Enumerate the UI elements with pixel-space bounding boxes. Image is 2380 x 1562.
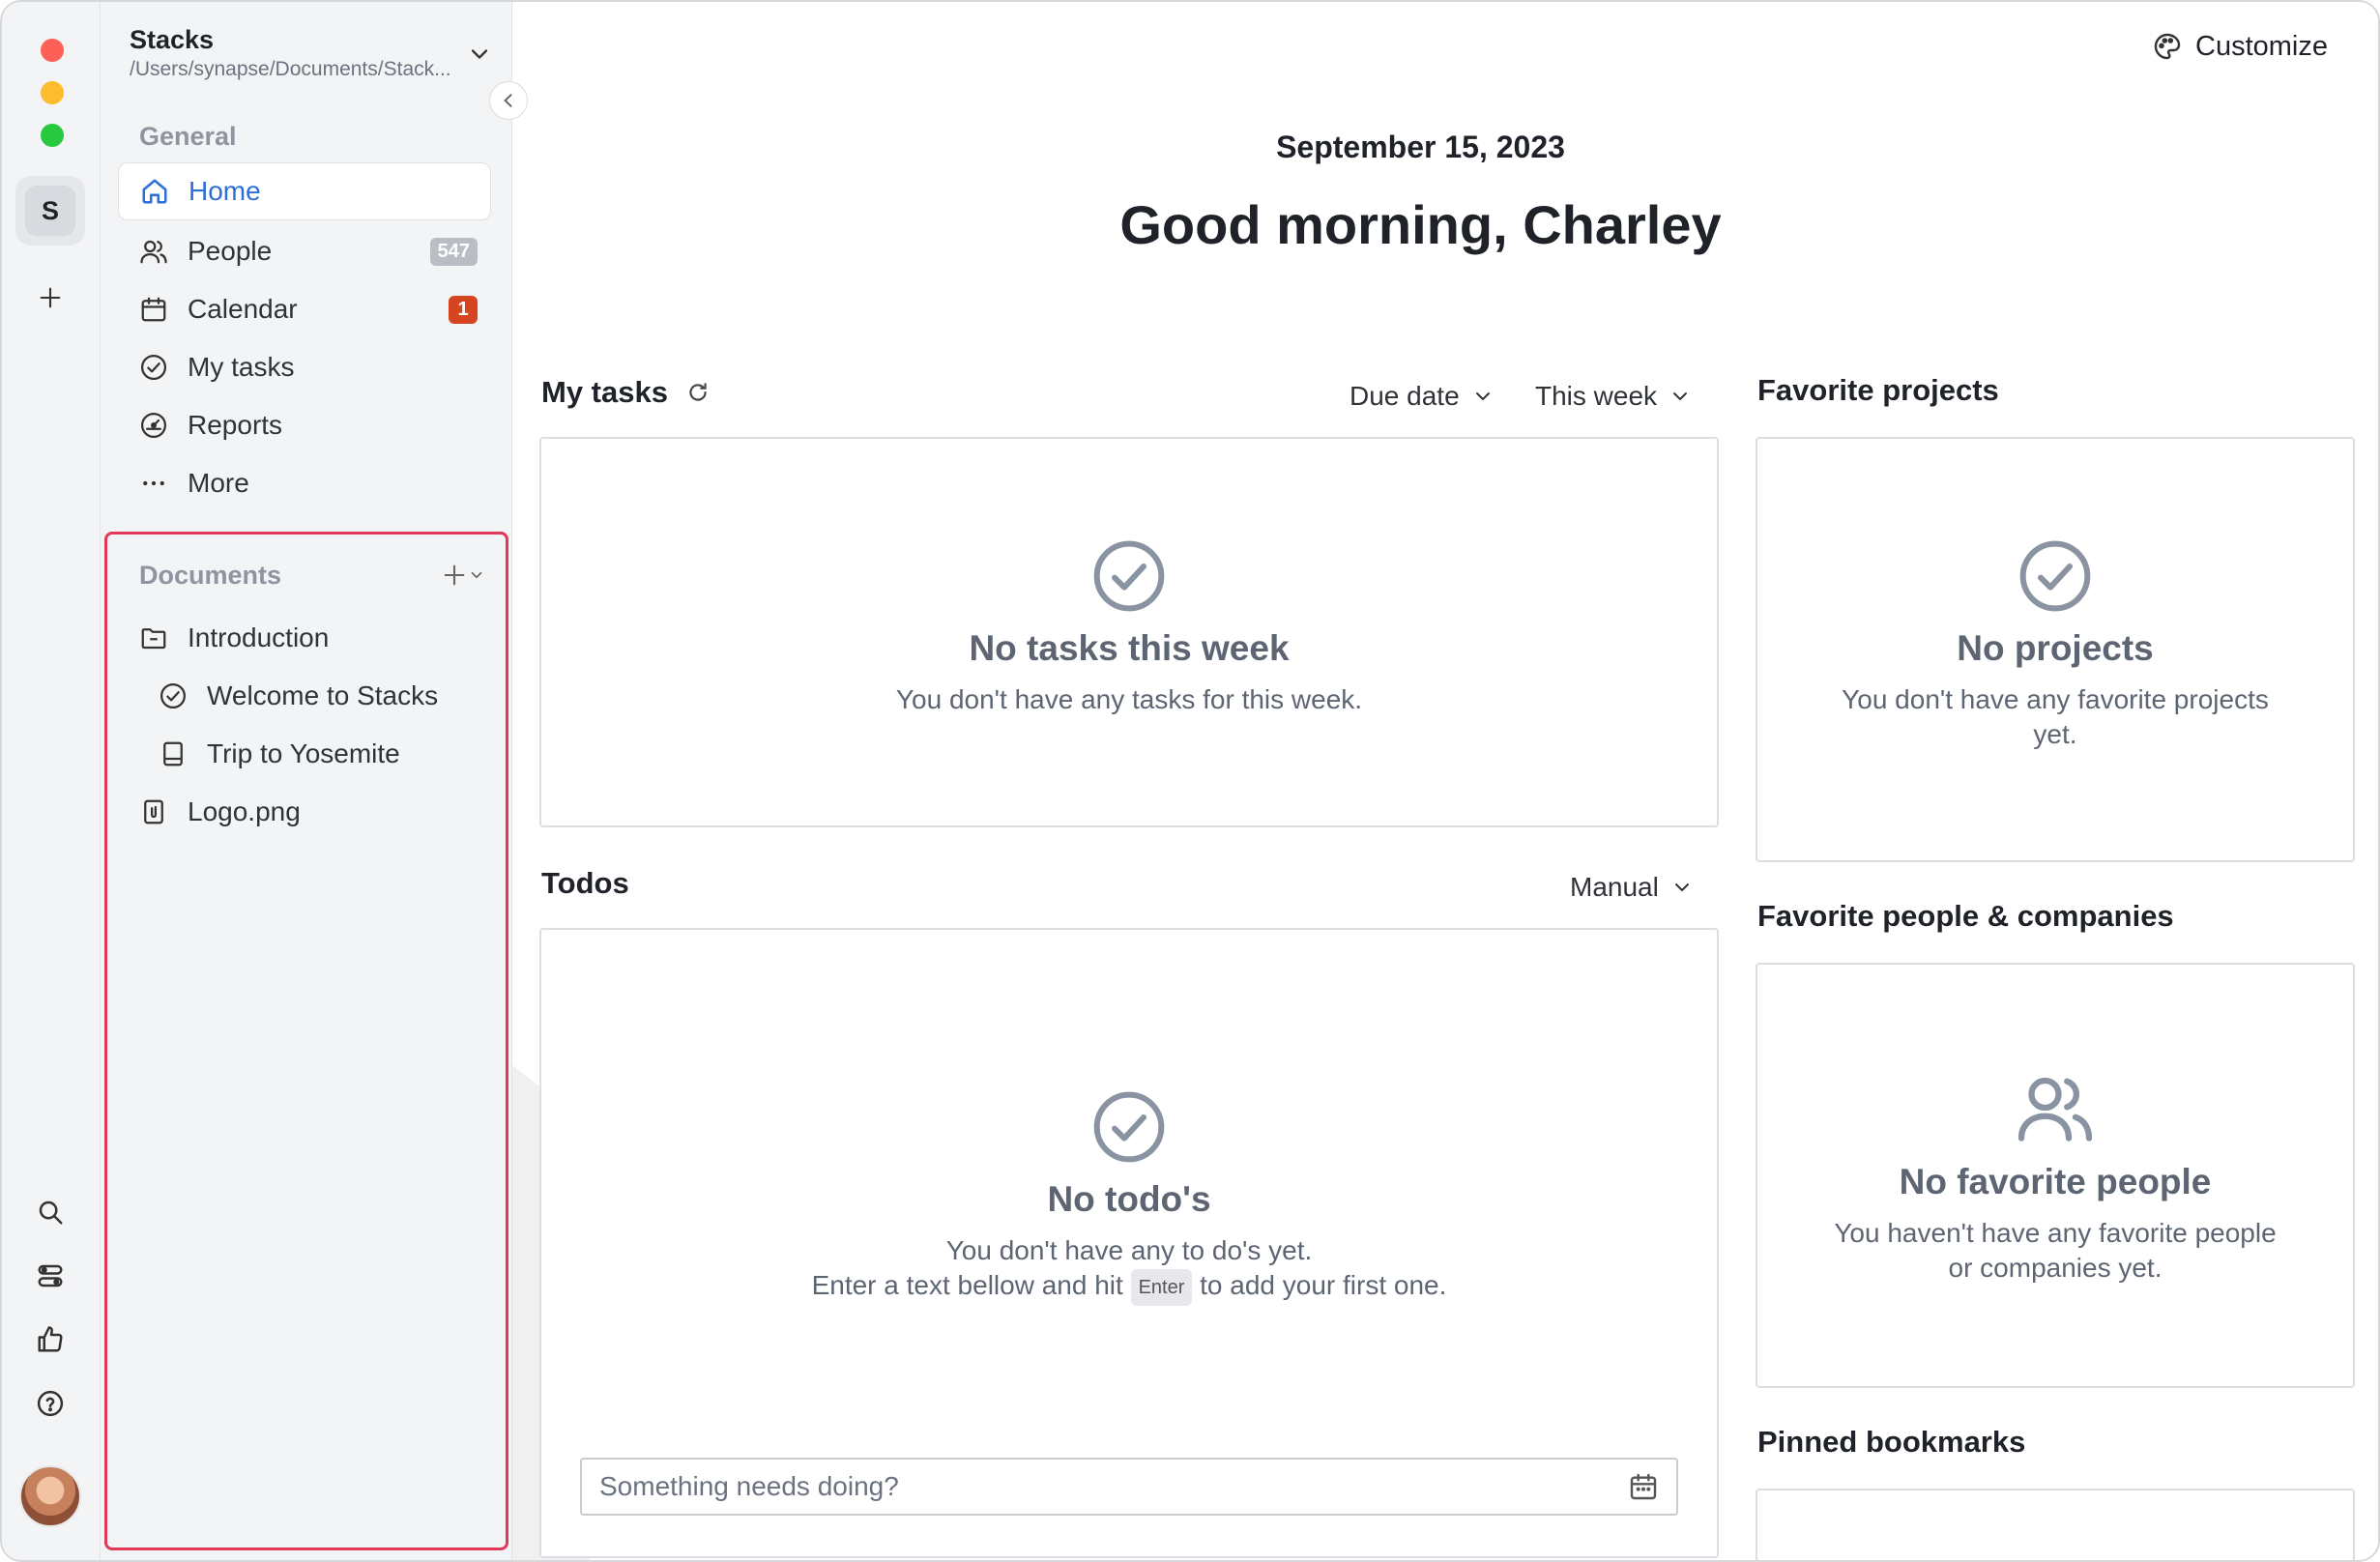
favorite-projects-empty-title: No projects — [1957, 628, 2154, 668]
attachment-file-icon — [137, 795, 170, 828]
sidebar-item-label: Calendar — [188, 294, 298, 324]
add-document-button[interactable] — [441, 561, 493, 593]
main-content: Customize September 15, 2023 Good mornin… — [512, 2, 2378, 1560]
sidebar-item-label: More — [188, 468, 249, 498]
close-window-button[interactable] — [41, 39, 64, 62]
check-circle-icon — [1757, 537, 2353, 615]
chevron-down-icon — [1673, 392, 1688, 400]
due-date-dropdown-label: Due date — [1350, 381, 1460, 411]
add-workspace-icon[interactable] — [31, 278, 70, 317]
sidebar-item-reports[interactable]: Reports — [118, 396, 491, 454]
check-circle-icon — [137, 351, 170, 384]
this-week-dropdown[interactable]: This week — [1535, 379, 1692, 414]
todo-input[interactable]: Something needs doing? — [580, 1458, 1678, 1516]
document-item-label: Welcome to Stacks — [207, 680, 439, 710]
chevron-down-icon — [1475, 392, 1490, 400]
chevron-down-icon — [468, 566, 485, 589]
help-icon[interactable] — [31, 1384, 70, 1423]
user-avatar[interactable] — [19, 1465, 81, 1527]
plus-icon — [441, 562, 468, 593]
pinned-bookmarks-title: Pinned bookmarks — [1757, 1425, 2026, 1459]
sidebar-item-calendar[interactable]: Calendar 1 — [118, 280, 491, 338]
check-circle-icon — [157, 680, 189, 712]
sidebar-item-label: My tasks — [188, 352, 295, 382]
palette-icon — [2151, 30, 2184, 63]
chevron-down-icon[interactable] — [466, 41, 493, 68]
my-tasks-title: My tasks — [541, 375, 711, 410]
favorite-people-title: Favorite people & companies — [1757, 899, 2174, 933]
document-item-logo[interactable]: Logo.png — [137, 785, 301, 839]
my-tasks-title-text: My tasks — [541, 375, 668, 409]
due-date-dropdown[interactable]: Due date — [1350, 379, 1495, 414]
sidebar-item-more[interactable]: More — [118, 454, 491, 512]
gauge-icon — [137, 409, 170, 442]
book-icon — [157, 738, 189, 770]
todos-empty-desc: You don't have any to do's yet. Enter a … — [541, 1233, 1717, 1306]
refresh-icon[interactable] — [685, 380, 711, 405]
favorite-people-card: No favorite people You haven't have any … — [1756, 963, 2355, 1388]
collapse-sidebar-button[interactable] — [489, 81, 528, 120]
my-tasks-empty-title: No tasks this week — [969, 628, 1290, 668]
manual-sort-dropdown-label: Manual — [1570, 872, 1659, 902]
document-item-label: Introduction — [188, 622, 330, 652]
pinned-bookmarks-card — [1756, 1489, 2355, 1560]
favorite-projects-empty-state: No projects You don't have any favorite … — [1757, 537, 2353, 752]
chevron-down-icon — [1674, 883, 1689, 891]
enter-key-hint: Enter — [1130, 1268, 1193, 1306]
check-circle-icon — [541, 537, 1717, 615]
document-item-introduction[interactable]: Introduction — [137, 611, 329, 665]
customize-label: Customize — [2195, 30, 2328, 62]
people-icon — [1757, 1067, 2353, 1148]
my-tasks-empty-desc: You don't have any tasks for this week. — [895, 684, 1363, 714]
favorite-people-empty-state: No favorite people You haven't have any … — [1757, 1067, 2353, 1286]
todos-empty-state: No todo's You don't have any to do's yet… — [541, 1088, 1717, 1306]
settings-toggles-icon[interactable] — [31, 1257, 70, 1295]
customize-button[interactable]: Customize — [2151, 27, 2328, 66]
favorite-projects-empty-desc: You don't have any favorite projects yet… — [1842, 684, 2269, 749]
current-date: September 15, 2023 — [1276, 130, 1565, 164]
favorite-projects-card: No projects You don't have any favorite … — [1756, 437, 2355, 862]
ellipsis-icon — [137, 467, 170, 500]
app-window: S Stacks /Users/synapse/Documents/Stack.… — [0, 0, 2380, 1562]
calendar-icon[interactable] — [1628, 1471, 1659, 1509]
manual-sort-dropdown[interactable]: Manual — [1570, 870, 1694, 905]
calendar-count-badge: 1 — [449, 295, 478, 324]
todos-card: No todo's You don't have any to do's yet… — [539, 928, 1719, 1558]
favorite-people-empty-title: No favorite people — [1899, 1162, 2212, 1201]
favorite-projects-title: Favorite projects — [1757, 373, 1999, 407]
my-tasks-empty-state: No tasks this week You don't have any ta… — [541, 537, 1717, 717]
todos-title: Todos — [541, 866, 629, 900]
my-tasks-card: No tasks this week You don't have any ta… — [539, 437, 1719, 827]
search-icon[interactable] — [31, 1193, 70, 1231]
document-item-label: Logo.png — [188, 796, 301, 826]
minimize-window-button[interactable] — [41, 81, 64, 104]
todos-empty-desc-line1: You don't have any to do's yet. — [945, 1235, 1313, 1265]
folder-icon — [137, 622, 170, 654]
workspace-name: Stacks — [130, 25, 215, 54]
this-week-dropdown-label: This week — [1535, 381, 1658, 411]
thumbs-up-icon[interactable] — [31, 1320, 70, 1359]
document-item-welcome[interactable]: Welcome to Stacks — [157, 669, 438, 723]
todos-empty-title: No todo's — [1047, 1179, 1211, 1219]
sidebar-item-label: Reports — [188, 410, 283, 440]
check-circle-icon — [541, 1088, 1717, 1166]
document-item-label: Trip to Yosemite — [207, 738, 400, 768]
greeting: Good morning, Charley — [1119, 194, 1722, 255]
favorite-people-empty-desc: You haven't have any favorite people or … — [1834, 1218, 2277, 1283]
calendar-icon — [137, 293, 170, 326]
todos-empty-desc-line2a: Enter a text bellow and hit — [811, 1270, 1123, 1300]
workspace-path: /Users/synapse/Documents/Stack... — [130, 58, 451, 80]
todo-input-placeholder: Something needs doing? — [599, 1471, 899, 1501]
sidebar-item-my-tasks[interactable]: My tasks — [118, 338, 491, 396]
documents-section-label[interactable]: Documents — [139, 561, 281, 591]
todos-empty-desc-line2b: to add your first one. — [1200, 1270, 1447, 1300]
document-item-trip[interactable]: Trip to Yosemite — [157, 727, 400, 781]
